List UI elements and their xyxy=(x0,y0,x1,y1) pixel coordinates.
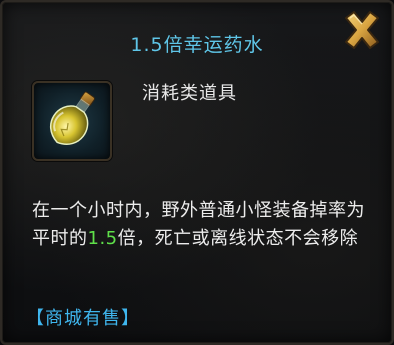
description-text-after: 倍，死亡或离线状态不会移除 xyxy=(117,228,359,249)
close-button[interactable] xyxy=(338,6,386,54)
item-description: 在一个小时内，野外普通小怪装备掉率为平时的1.5倍，死亡或离线状态不会移除 xyxy=(32,197,382,253)
item-tooltip: 1.5倍幸运药水 消耗类道具 在一个小时内，野外普通小怪装备掉率为平时的1.5倍… xyxy=(0,0,394,345)
potion-bottle-icon xyxy=(50,91,95,145)
item-type-label: 消耗类道具 xyxy=(142,83,237,104)
shop-available-tag: 【商城有售】 xyxy=(26,308,140,329)
item-icon-slot xyxy=(32,81,112,161)
close-x-icon xyxy=(345,11,379,49)
description-multiplier: 1.5 xyxy=(87,228,118,249)
item-title: 1.5倍幸运药水 xyxy=(130,34,264,56)
